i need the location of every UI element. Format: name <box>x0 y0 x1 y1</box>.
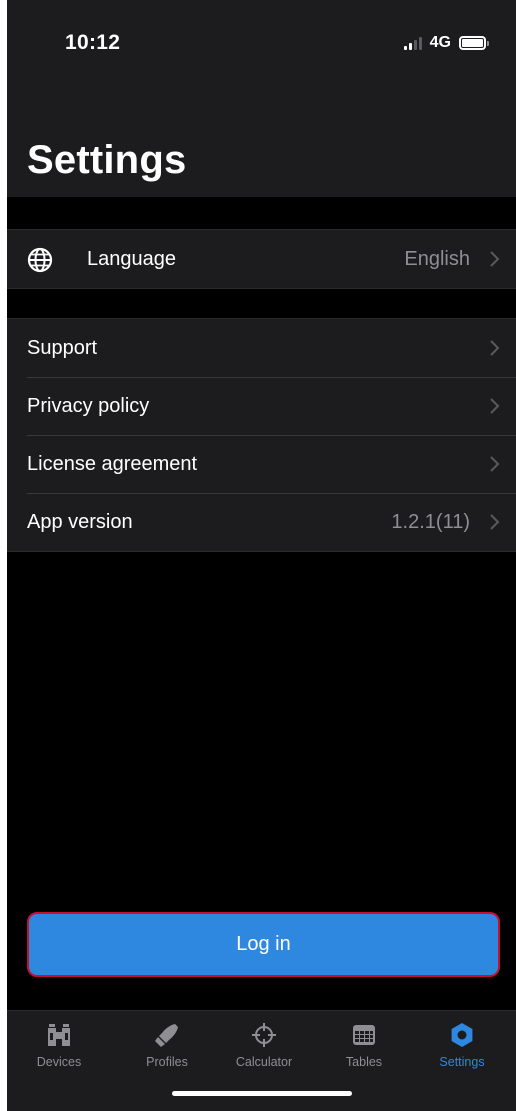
tab-label: Tables <box>345 1055 383 1069</box>
binoculars-icon <box>48 1024 70 1046</box>
chevron-right-icon <box>490 340 500 356</box>
chevron-right-icon <box>490 456 500 472</box>
language-label: Language <box>87 247 176 270</box>
tab-settings[interactable]: Settings <box>412 1011 512 1081</box>
tab-devices[interactable]: Devices <box>9 1011 109 1081</box>
header: 10:12 4G Settings <box>7 0 516 197</box>
menu-group: Support Privacy policy License agreement… <box>7 318 516 552</box>
tab-label: Calculator <box>235 1055 293 1069</box>
tab-label: Profiles <box>146 1055 188 1069</box>
menu-row-license-agreement[interactable]: License agreement <box>7 435 516 493</box>
menu-row-privacy-policy[interactable]: Privacy policy <box>7 377 516 435</box>
gear-icon <box>451 1023 473 1047</box>
language-value: English <box>404 247 470 270</box>
chevron-right-icon <box>490 398 500 414</box>
language-row[interactable]: Language English <box>7 230 516 288</box>
battery-icon <box>459 36 489 50</box>
tab-profiles[interactable]: Profiles <box>117 1011 217 1081</box>
app-version-value: 1.2.1(11) <box>391 510 470 533</box>
menu-row-label: App version <box>27 510 133 533</box>
chevron-right-icon <box>490 514 500 530</box>
tab-calculator[interactable]: Calculator <box>214 1011 314 1081</box>
menu-row-label: Privacy policy <box>27 394 150 417</box>
status-indicators: 4G <box>403 34 489 52</box>
table-icon <box>353 1025 375 1045</box>
network-type: 4G <box>429 34 451 51</box>
tab-tables[interactable]: Tables <box>314 1011 414 1081</box>
menu-row-support[interactable]: Support <box>7 319 516 377</box>
bullet-icon <box>155 1024 178 1047</box>
chevron-right-icon <box>490 251 500 267</box>
menu-row-label: Support <box>27 336 98 359</box>
globe-icon <box>27 247 53 273</box>
signal-icon <box>403 36 422 50</box>
login-button[interactable]: Log in <box>27 912 500 977</box>
language-group: Language English <box>7 229 516 289</box>
menu-row-label: License agreement <box>27 452 198 475</box>
status-time: 10:12 <box>65 31 121 54</box>
settings-screen: 10:12 4G Settings Language English Suppo… <box>7 0 516 1111</box>
menu-row-app-version[interactable]: App version 1.2.1(11) <box>7 493 516 551</box>
tab-label: Devices <box>36 1055 82 1069</box>
page-title: Settings <box>27 138 187 182</box>
home-indicator <box>172 1091 352 1096</box>
tab-label: Settings <box>439 1055 485 1069</box>
crosshair-icon <box>252 1023 276 1047</box>
